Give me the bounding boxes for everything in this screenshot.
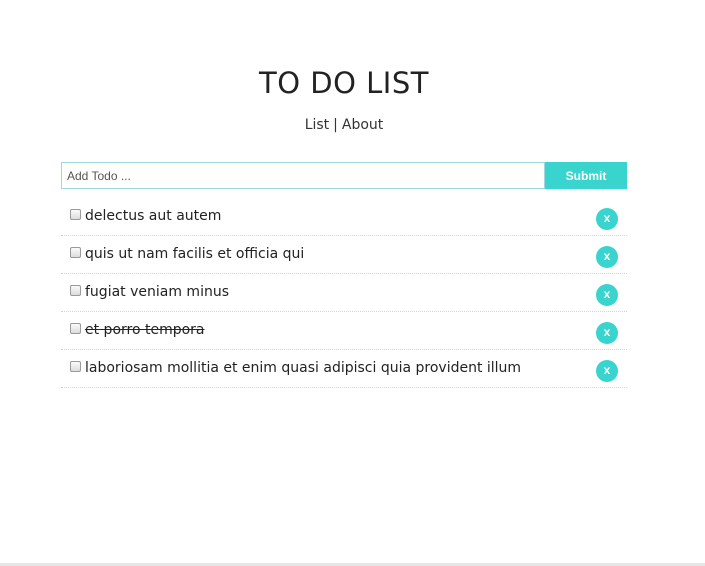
todo-checkbox[interactable] bbox=[70, 247, 81, 258]
todo-title: quis ut nam facilis et officia qui bbox=[85, 246, 305, 262]
nav-separator: | bbox=[333, 117, 338, 133]
delete-todo-button[interactable]: x bbox=[596, 208, 618, 230]
nav-link-about[interactable]: About bbox=[342, 117, 383, 133]
submit-button[interactable]: Submit bbox=[545, 162, 627, 189]
delete-todo-button[interactable]: x bbox=[596, 284, 618, 306]
delete-todo-button[interactable]: x bbox=[596, 322, 618, 344]
todo-checkbox[interactable] bbox=[70, 209, 81, 220]
todo-title: laboriosam mollitia et enim quasi adipis… bbox=[85, 360, 522, 376]
todo-item: quis ut nam facilis et officia qui x bbox=[61, 236, 627, 274]
todo-item: delectus aut autem x bbox=[61, 198, 627, 236]
todo-list: delectus aut autem x quis ut nam facilis… bbox=[61, 198, 627, 388]
todo-item: et porro tempora x bbox=[61, 312, 627, 350]
todo-title: delectus aut autem bbox=[85, 208, 222, 224]
todo-title: fugiat veniam minus bbox=[85, 284, 229, 300]
nav-link-list[interactable]: List bbox=[305, 117, 329, 133]
todo-item: fugiat veniam minus x bbox=[61, 274, 627, 312]
todo-item: laboriosam mollitia et enim quasi adipis… bbox=[61, 350, 627, 388]
delete-todo-button[interactable]: x bbox=[596, 246, 618, 268]
todo-title: et porro tempora bbox=[85, 322, 205, 338]
page-title: TO DO LIST bbox=[259, 66, 429, 100]
todo-checkbox[interactable] bbox=[70, 361, 81, 372]
nav-bar: List | About bbox=[0, 117, 688, 133]
delete-todo-button[interactable]: x bbox=[596, 360, 618, 382]
add-todo-form: Submit bbox=[61, 162, 627, 189]
add-todo-input[interactable] bbox=[61, 162, 545, 189]
todo-checkbox[interactable] bbox=[70, 323, 81, 334]
todo-checkbox[interactable] bbox=[70, 285, 81, 296]
